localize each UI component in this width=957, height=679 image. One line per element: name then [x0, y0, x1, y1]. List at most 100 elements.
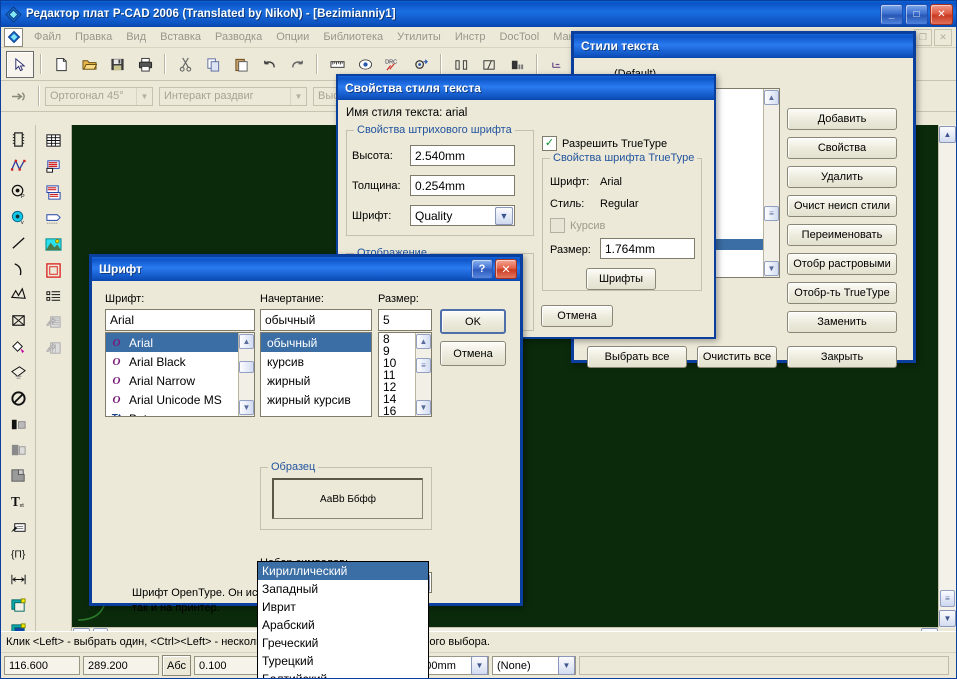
minimize-button[interactable]: _ [880, 4, 903, 25]
mdi-restore-button[interactable]: ❐ [914, 28, 932, 46]
charset-option-4[interactable]: Греческий [258, 634, 428, 652]
replace-style-button[interactable]: Заменить [787, 311, 897, 333]
fonts-button[interactable]: Шрифты [586, 268, 656, 290]
font-size-list-scrollbar[interactable]: ▲ ≡ ▼ [415, 333, 431, 416]
font-style-listbox[interactable]: обычный курсив жирный жирный курсив [260, 332, 372, 417]
display-as-truetype-button[interactable]: Отобр-ть TrueType [787, 282, 897, 304]
field-arrow-icon[interactable] [4, 463, 32, 489]
list-item[interactable]: обычный [261, 333, 371, 352]
purge-unused-styles-button[interactable]: Очист неисп стили [787, 195, 897, 217]
thickness-input[interactable]: 0.254mm [410, 175, 515, 196]
dimension-icon[interactable] [4, 566, 32, 592]
open-folder-icon[interactable] [76, 52, 102, 77]
gear-net-icon[interactable] [408, 52, 434, 77]
note-icon[interactable] [4, 515, 32, 541]
size-list-scroll-thumb[interactable]: ≡ [416, 358, 431, 373]
charset-option-6[interactable]: Балтийский [258, 670, 428, 678]
menu-item-0[interactable]: Файл [27, 29, 68, 45]
copy-icon[interactable] [200, 52, 226, 77]
close-dialog-button[interactable]: Закрыть [787, 346, 897, 368]
scroll-down-button[interactable]: ▼ [939, 610, 956, 627]
pad-p-icon[interactable]: P [4, 179, 32, 205]
display-as-raster-button[interactable]: Отобр растровыми [787, 253, 897, 275]
chip-icon[interactable] [4, 127, 32, 153]
menu-item-9[interactable]: DocTool [492, 29, 546, 45]
font-style-input[interactable]: обычный [260, 309, 372, 331]
menu-item-2[interactable]: Вид [119, 29, 153, 45]
paste-icon[interactable] [228, 52, 254, 77]
export-grid-icon[interactable] [39, 309, 67, 335]
list-item[interactable]: курсив [261, 352, 371, 371]
mdi-close-button[interactable]: ✕ [934, 28, 952, 46]
font-name-input[interactable]: Arial [105, 309, 255, 331]
menu-item-3[interactable]: Вставка [153, 29, 208, 45]
height-input[interactable]: 2.540mm [410, 145, 515, 166]
polyline-icon[interactable] [4, 153, 32, 179]
plane-icon[interactable] [4, 411, 32, 437]
checkbox-allow-truetype[interactable]: ✓ Разрешить TrueType [542, 136, 667, 151]
mdi-document-icon[interactable] [4, 27, 23, 47]
no-connect-icon[interactable] [4, 385, 32, 411]
table-icon[interactable] [39, 127, 67, 153]
cut-scissors-icon[interactable] [172, 52, 198, 77]
redo-icon[interactable] [284, 52, 310, 77]
font-size-listbox[interactable]: 8 9 10 11 12 14 16 ▲ ≡ ▼ [378, 332, 432, 417]
doc-red-icon[interactable] [39, 153, 67, 179]
cancel-style-props-button[interactable]: Отмена [541, 305, 613, 327]
status-y-field[interactable]: 289.200 [83, 656, 159, 675]
attr-icon[interactable]: {Π} [4, 541, 32, 567]
text-icon[interactable]: Txt [4, 489, 32, 515]
font-list-scrollbar[interactable]: ▲ ▼ [238, 333, 254, 416]
save-disk-icon[interactable] [104, 52, 130, 77]
board-outline-icon[interactable] [39, 257, 67, 283]
charset-option-1[interactable]: Западный [258, 580, 428, 598]
list-item[interactable]: жирный [261, 371, 371, 390]
line-icon[interactable] [4, 230, 32, 256]
via-v-icon[interactable]: v [4, 205, 32, 231]
bar1-icon[interactable] [448, 52, 474, 77]
menu-item-6[interactable]: Библиотека [316, 29, 390, 45]
copy-up-icon[interactable] [4, 592, 32, 618]
status-net-combo[interactable]: (None) ▼ [492, 656, 577, 675]
cutout-icon[interactable] [4, 360, 32, 386]
menu-item-1[interactable]: Правка [68, 29, 119, 45]
charset-option-3[interactable]: Арабский [258, 616, 428, 634]
list-item[interactable]: O Arial [106, 333, 238, 352]
docs-red-icon[interactable] [39, 179, 67, 205]
dialog-style-properties-titlebar[interactable]: Свойства стиля текста [338, 76, 714, 100]
style-properties-button[interactable]: Свойства [787, 137, 897, 159]
scroll-up-button[interactable]: ▲ [764, 90, 779, 105]
font-size-input[interactable]: 5 [378, 309, 432, 331]
stroke-font-combo[interactable]: Quality ▼ [410, 205, 515, 226]
menu-item-8[interactable]: Инстр [448, 29, 493, 45]
text-styles-list-scrollbar[interactable]: ▲ ≡ ▼ [763, 89, 779, 277]
copper-pour-icon[interactable] [4, 437, 32, 463]
charset-option-5[interactable]: Турецкий [258, 652, 428, 670]
status-x-field[interactable]: 116.600 [4, 656, 80, 675]
dialog-font-titlebar[interactable]: Шрифт ? ✕ [92, 257, 520, 281]
export-sheet-icon[interactable] [39, 335, 67, 361]
dialog-text-styles-titlebar[interactable]: Стили текста [574, 34, 913, 58]
list-item[interactable]: 16 [379, 404, 415, 416]
scroll-down-button[interactable]: ▼ [416, 400, 431, 415]
delete-style-button[interactable]: Удалить [787, 166, 897, 188]
label-icon[interactable] [39, 205, 67, 231]
polygon-icon[interactable] [4, 282, 32, 308]
charset-option-0[interactable]: Кириллический [258, 562, 428, 580]
menu-item-4[interactable]: Разводка [208, 29, 269, 45]
scroll-down-button[interactable]: ▼ [239, 400, 254, 415]
combo-ortho-mode[interactable]: Ортогонал 45° ▼ [45, 86, 153, 106]
bar3-icon[interactable] [504, 52, 530, 77]
list-item[interactable]: O Arial Narrow [106, 371, 238, 390]
scroll-up-button[interactable]: ▲ [939, 126, 956, 143]
font-list-scroll-thumb[interactable] [239, 361, 254, 373]
menu-item-7[interactable]: Утилиты [390, 29, 448, 45]
select-arrow-icon[interactable] [6, 50, 34, 78]
new-file-icon[interactable] [48, 52, 74, 77]
list-icon[interactable] [39, 283, 67, 309]
list-item[interactable]: O Arial Unicode MS [106, 390, 238, 409]
combo-push-mode[interactable]: Интеракт раздвиг ▼ [159, 86, 307, 106]
add-style-button[interactable]: Добавить [787, 108, 897, 130]
close-button[interactable]: ✕ [930, 4, 953, 25]
pour-icon[interactable] [4, 334, 32, 360]
